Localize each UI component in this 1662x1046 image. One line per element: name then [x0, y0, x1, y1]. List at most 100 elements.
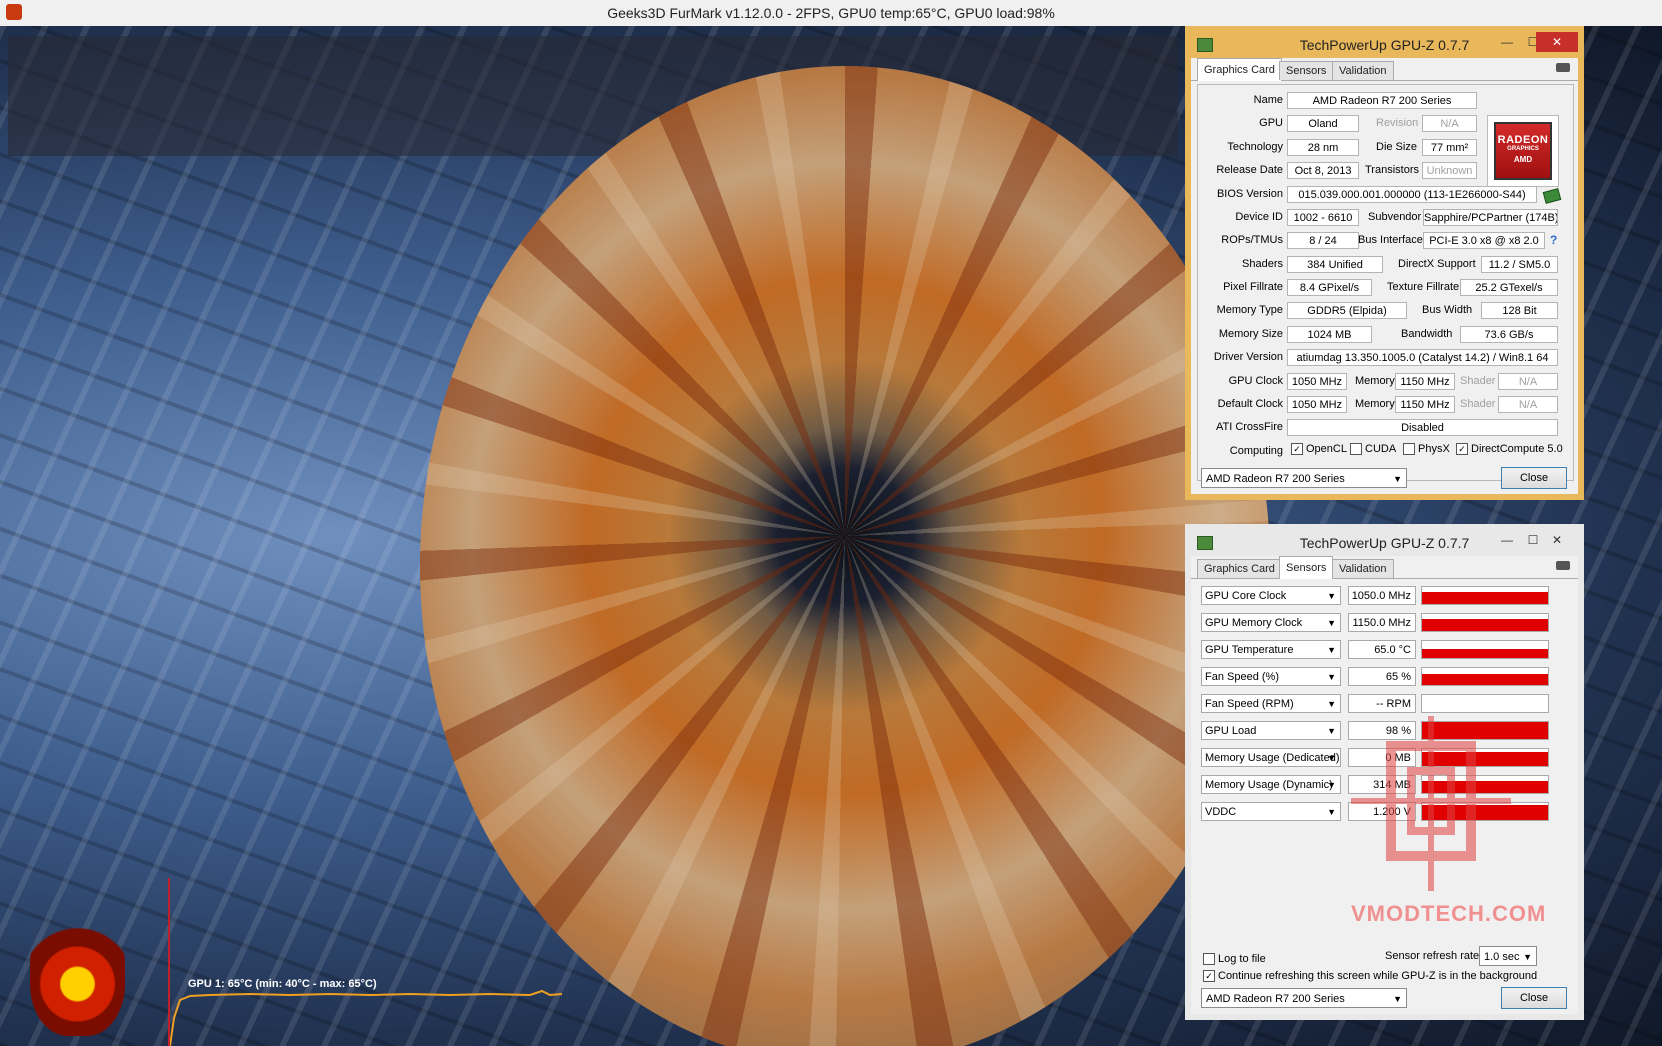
die-size-label: Die Size [1376, 141, 1417, 153]
crossfire-value[interactable]: Disabled [1287, 419, 1558, 436]
tab-sensors[interactable]: Sensors [1279, 556, 1334, 579]
sensors-device-select[interactable]: AMD Radeon R7 200 Series ▼ [1201, 988, 1407, 1008]
log-to-file-label: Log to file [1218, 953, 1266, 965]
cuda-check-box[interactable] [1350, 443, 1362, 455]
sensors-close-window-button[interactable]: ✕ [1536, 530, 1578, 550]
memory-size-value[interactable]: 1024 MB [1287, 326, 1372, 343]
gpuz-sensors-body: Graphics Card Sensors Validation GPU Cor… [1191, 556, 1578, 1014]
temperature-graph: GPU 1: 65°C (min: 40°C - max: 65°C) [168, 878, 598, 1046]
gpuz-window-sensors: TechPowerUp GPU-Z 0.7.7 — ☐ ✕ Graphics C… [1185, 524, 1584, 1020]
camera-icon[interactable] [1556, 63, 1570, 72]
continue-refresh-checkbox[interactable]: ✓ Continue refreshing this screen while G… [1203, 970, 1537, 982]
gpuz-tabs: Graphics Card Sensors Validation [1191, 58, 1578, 81]
opencl-checkbox[interactable]: ✓ OpenCL [1291, 443, 1347, 455]
sensor-name-select[interactable]: GPU Temperature ▼ [1201, 640, 1341, 659]
default-shader-value[interactable]: N/A [1498, 396, 1558, 413]
gpuz-sensors-tabs: Graphics Card Sensors Validation [1191, 556, 1578, 579]
close-button[interactable]: Close [1501, 467, 1567, 489]
technology-label: Technology [1227, 141, 1283, 153]
tab-graphics-card[interactable]: Graphics Card [1197, 559, 1282, 578]
rops-value[interactable]: 8 / 24 [1287, 232, 1359, 249]
sensor-name-select[interactable]: GPU Core Clock ▼ [1201, 586, 1341, 605]
close-window-button[interactable]: ✕ [1536, 32, 1578, 52]
directcompute-checkbox[interactable]: ✓ DirectCompute 5.0 [1456, 443, 1563, 455]
physx-check-box[interactable] [1403, 443, 1415, 455]
bus-width-value[interactable]: 128 Bit [1481, 302, 1558, 319]
continue-refresh-box[interactable]: ✓ [1203, 970, 1215, 982]
pixel-fillrate-label: Pixel Fillrate [1223, 281, 1283, 293]
camera-icon[interactable] [1556, 561, 1570, 570]
crossfire-label: ATI CrossFire [1215, 421, 1283, 433]
default-shader-label: Shader [1460, 398, 1496, 410]
directcompute-label: DirectCompute 5.0 [1471, 443, 1563, 455]
minimize-button[interactable]: — [1494, 32, 1520, 52]
gpu-clock-value[interactable]: 1050 MHz [1287, 373, 1347, 390]
refresh-rate-select[interactable]: 1.0 sec ▼ [1479, 946, 1537, 966]
bus-help-icon[interactable]: ? [1550, 233, 1557, 247]
bios-value[interactable]: 015.039.000.001.000000 (113-1E266000-S44… [1287, 186, 1537, 203]
tab-validation[interactable]: Validation [1332, 61, 1394, 80]
sensor-name-select[interactable]: GPU Memory Clock ▼ [1201, 613, 1341, 632]
device-select[interactable]: AMD Radeon R7 200 Series ▼ [1201, 468, 1407, 488]
shader-clock-label: Shader [1460, 375, 1496, 387]
sensors-close-button[interactable]: Close [1501, 987, 1567, 1009]
release-date-value[interactable]: Oct 8, 2013 [1287, 162, 1359, 179]
opencl-check-box[interactable]: ✓ [1291, 443, 1303, 455]
sensor-graph-fill [1422, 673, 1548, 685]
opencl-label: OpenCL [1306, 443, 1347, 455]
chevron-down-icon: ▼ [1327, 753, 1336, 763]
default-memory-label: Memory [1355, 398, 1395, 410]
bandwidth-value[interactable]: 73.6 GB/s [1460, 326, 1558, 343]
sensor-graph [1421, 667, 1549, 686]
shader-clock-value[interactable]: N/A [1498, 373, 1558, 390]
device-id-value[interactable]: 1002 - 6610 [1287, 209, 1359, 226]
subvendor-value[interactable]: Sapphire/PCPartner (174B) [1423, 209, 1558, 226]
memory-type-label: Memory Type [1216, 304, 1283, 316]
watermark-text: VMODTECH.COM [1351, 901, 1547, 926]
die-size-value[interactable]: 77 mm² [1422, 139, 1477, 156]
sensor-name-select[interactable]: GPU Load ▼ [1201, 721, 1341, 740]
memory-size-label: Memory Size [1218, 328, 1283, 340]
sensor-name-select[interactable]: VDDC ▼ [1201, 802, 1341, 821]
driver-version-value[interactable]: atiumdag 13.350.1005.0 (Catalyst 14.2) /… [1287, 349, 1558, 366]
revision-value[interactable]: N/A [1422, 115, 1477, 132]
technology-value[interactable]: 28 nm [1287, 139, 1359, 156]
sensor-name-select[interactable]: Fan Speed (%) ▼ [1201, 667, 1341, 686]
logo-graphics-text: GRAPHICS [1507, 146, 1539, 152]
gpuz-body: Graphics Card Sensors Validation Name AM… [1191, 58, 1578, 494]
log-to-file-checkbox[interactable]: Log to file [1203, 953, 1266, 965]
bus-interface-label: Bus Interface [1358, 234, 1423, 246]
tab-sensors[interactable]: Sensors [1279, 61, 1334, 80]
chevron-down-icon: ▼ [1327, 618, 1336, 628]
sensor-name-select[interactable]: Memory Usage (Dedicated) ▼ [1201, 748, 1341, 767]
physx-checkbox[interactable]: PhysX [1403, 443, 1450, 455]
gpu-clock-label: GPU Clock [1228, 375, 1283, 387]
directx-value[interactable]: 11.2 / SM5.0 [1481, 256, 1558, 273]
sensor-name-select[interactable]: Memory Usage (Dynamic) ▼ [1201, 775, 1341, 794]
name-value[interactable]: AMD Radeon R7 200 Series [1287, 92, 1477, 109]
default-clock-value[interactable]: 1050 MHz [1287, 396, 1347, 413]
default-clock-label: Default Clock [1217, 398, 1283, 410]
sensors-minimize-button[interactable]: — [1494, 530, 1520, 550]
sensor-name: VDDC [1205, 806, 1237, 818]
sensor-name: GPU Core Clock [1205, 590, 1287, 602]
sensor-name-select[interactable]: Fan Speed (RPM) ▼ [1201, 694, 1341, 713]
bios-chip-icon[interactable] [1542, 188, 1562, 204]
log-to-file-box[interactable] [1203, 953, 1215, 965]
revision-label: Revision [1376, 117, 1419, 129]
memory-type-value[interactable]: GDDR5 (Elpida) [1287, 302, 1407, 319]
tab-graphics-card[interactable]: Graphics Card [1197, 58, 1282, 81]
memory-clock-value[interactable]: 1150 MHz [1395, 373, 1455, 390]
transistors-value[interactable]: Unknown [1422, 162, 1477, 179]
device-select-value: AMD Radeon R7 200 Series [1206, 473, 1345, 485]
memory-clock-label: Memory [1355, 375, 1395, 387]
cuda-checkbox[interactable]: CUDA [1350, 443, 1396, 455]
gpu-value[interactable]: Oland [1287, 115, 1359, 132]
texture-fillrate-value[interactable]: 25.2 GTexel/s [1460, 279, 1558, 296]
tab-validation[interactable]: Validation [1332, 559, 1394, 578]
pixel-fillrate-value[interactable]: 8.4 GPixel/s [1287, 279, 1372, 296]
bus-interface-value[interactable]: PCI-E 3.0 x8 @ x8 2.0 [1423, 232, 1545, 249]
default-memory-value[interactable]: 1150 MHz [1395, 396, 1455, 413]
shaders-value[interactable]: 384 Unified [1287, 256, 1383, 273]
directcompute-check-box[interactable]: ✓ [1456, 443, 1468, 455]
